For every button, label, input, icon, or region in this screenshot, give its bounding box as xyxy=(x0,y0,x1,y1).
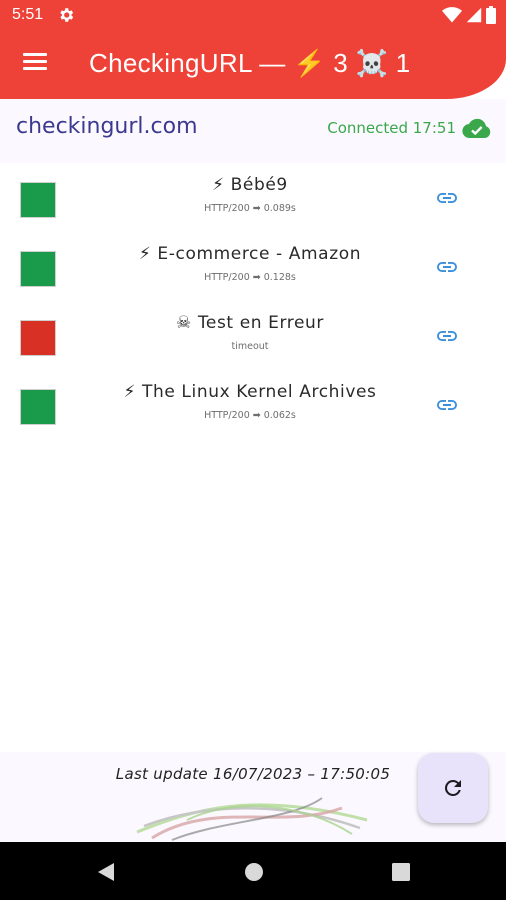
list-item[interactable]: ☠ Test en Erreur timeout xyxy=(0,306,506,368)
status-square-ok xyxy=(20,389,56,425)
app-title: CheckingURL — ⚡ 3 ☠️ 1 xyxy=(89,48,411,78)
status-bar: 5:51 xyxy=(0,0,506,30)
site-title: ☠ Test en Erreur xyxy=(175,313,325,333)
site-subtitle: HTTP/200 ➡ 0.089s xyxy=(204,203,296,214)
connection-status-text: Connected 17:51 xyxy=(327,119,456,137)
site-subtitle: timeout xyxy=(231,341,269,352)
refresh-icon xyxy=(444,780,461,796)
link-icon[interactable] xyxy=(433,393,461,417)
list-item[interactable]: ⚡ The Linux Kernel Archives HTTP/200 ➡ 0… xyxy=(0,375,506,437)
list-item[interactable]: ⚡ Bébé9 HTTP/200 ➡ 0.089s xyxy=(0,168,506,230)
site-name: checkingurl.com xyxy=(16,114,198,139)
refresh-button[interactable] xyxy=(418,753,488,823)
signal-icon xyxy=(466,7,482,23)
status-square-error xyxy=(20,320,56,356)
wifi-icon xyxy=(442,7,462,23)
navigation-bar xyxy=(0,842,506,900)
status-square-ok xyxy=(20,182,56,218)
site-title: ⚡ Bébé9 xyxy=(212,175,288,195)
status-icons xyxy=(442,6,496,24)
site-subtitle: HTTP/200 ➡ 0.062s xyxy=(204,410,296,421)
back-icon[interactable] xyxy=(95,861,117,883)
link-icon[interactable] xyxy=(433,255,461,279)
status-square-ok xyxy=(20,251,56,287)
hamburger-menu-icon[interactable] xyxy=(20,50,50,78)
app-bar: 5:51 CheckingURL — ⚡ 3 ☠️ 1 xyxy=(0,0,506,99)
decorative-waves xyxy=(136,797,368,841)
site-title: ⚡ E-commerce - Amazon xyxy=(138,244,362,264)
gear-icon xyxy=(60,8,74,22)
link-icon[interactable] xyxy=(433,324,461,348)
battery-icon xyxy=(486,6,496,24)
home-icon[interactable] xyxy=(243,861,265,883)
link-icon[interactable] xyxy=(433,186,461,210)
cloud-check-icon xyxy=(462,118,491,138)
recents-icon[interactable] xyxy=(390,861,412,883)
connection-status: Connected 17:51 xyxy=(327,118,492,138)
site-subtitle: HTTP/200 ➡ 0.128s xyxy=(204,272,296,283)
status-time: 5:51 xyxy=(12,6,44,23)
list-item[interactable]: ⚡ E-commerce - Amazon HTTP/200 ➡ 0.128s xyxy=(0,237,506,299)
site-title: ⚡ The Linux Kernel Archives xyxy=(123,382,377,402)
